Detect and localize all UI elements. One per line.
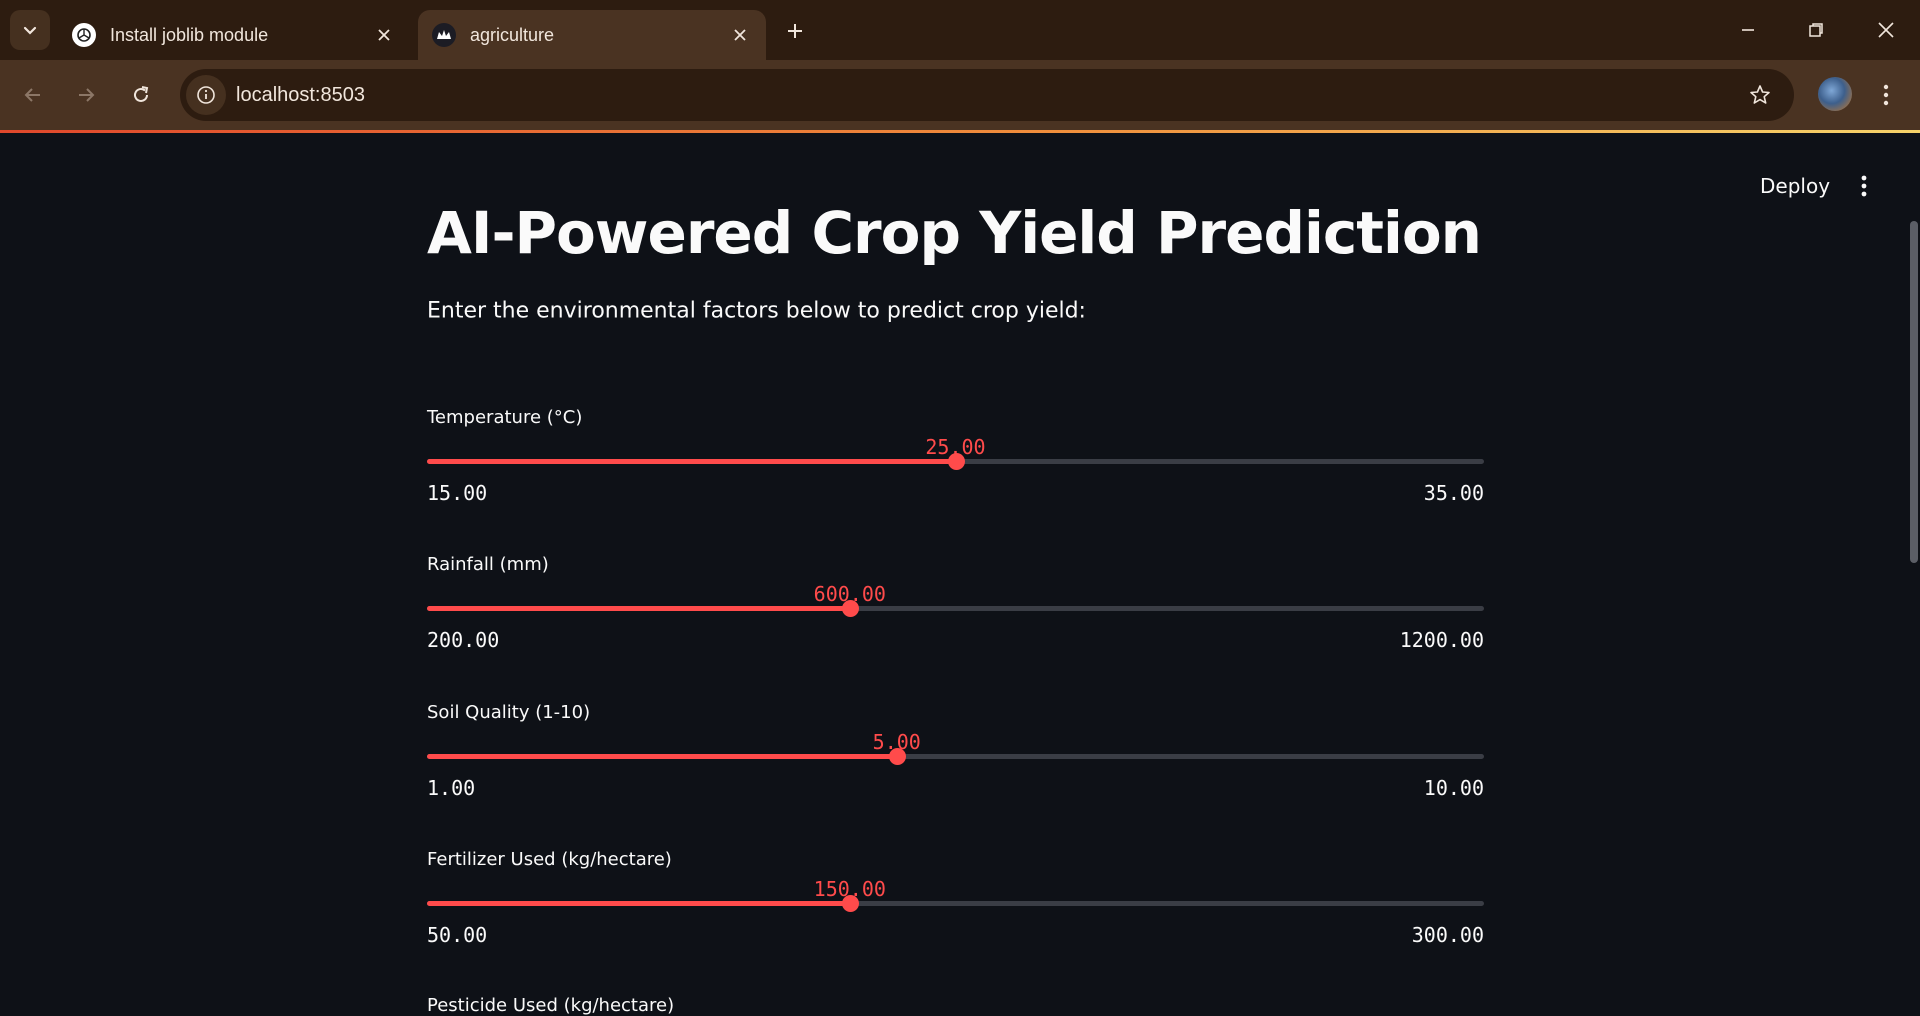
page-subtitle: Enter the environmental factors below to… [427,298,1086,324]
back-button[interactable] [13,75,53,115]
tab-title: agriculture [470,24,555,45]
tab-install-joblib[interactable]: Install joblib module [58,10,410,60]
arrow-left-icon [24,88,40,102]
minimize-icon [1742,29,1754,31]
plus-icon [788,24,802,38]
slider-thumb[interactable] [888,748,906,765]
slider-track[interactable] [427,895,1484,912]
tab-search-button[interactable] [10,10,50,50]
reload-icon [134,86,149,102]
slider-label: Rainfall (mm) [427,554,549,575]
minimize-button[interactable] [1728,10,1768,50]
restore-button[interactable] [1796,10,1836,50]
slider-temperature: Temperature (°C) 25.00 15.00 35.00 [427,407,1484,527]
slider-thumb[interactable] [841,895,859,912]
deploy-button[interactable]: Deploy [1744,168,1846,204]
close-icon[interactable] [728,23,752,47]
tab-agriculture[interactable]: agriculture [418,10,766,60]
browser-menu-button[interactable] [1868,75,1904,115]
site-info-icon[interactable] [186,75,226,115]
close-window-button[interactable] [1866,10,1906,50]
slider-track[interactable] [427,453,1484,470]
url-text[interactable]: localhost:8503 [236,84,1740,107]
slider-track[interactable] [427,600,1484,617]
arrow-right-icon [79,88,95,102]
slider-fill [427,754,897,759]
slider-fertilizer: Fertilizer Used (kg/hectare) 150.00 50.0… [427,849,1484,969]
slider-label: Temperature (°C) [427,407,583,428]
slider-max: 300.00 [1411,923,1484,947]
slider-max: 35.00 [1423,481,1484,505]
streamlit-crown-icon [432,23,456,47]
slider-max: 10.00 [1423,776,1484,800]
slider-track[interactable] [427,748,1484,765]
app-menu-button[interactable] [1846,168,1882,204]
restore-icon [1809,23,1823,37]
openai-swirl-icon [72,23,96,47]
slider-min: 200.00 [427,628,500,652]
chevron-down-icon [23,26,37,35]
profile-avatar[interactable] [1818,77,1852,111]
slider-rainfall: Rainfall (mm) 600.00 200.00 1200.00 [427,554,1484,674]
new-tab-button[interactable] [780,16,810,46]
slider-soil-quality: Soil Quality (1-10) 5.00 1.00 10.00 [427,702,1484,822]
page-title: AI-Powered Crop Yield Prediction [427,199,1482,267]
slider-fill [427,901,850,906]
slider-thumb[interactable] [947,453,965,470]
more-vertical-icon [1861,175,1867,197]
close-icon [1878,22,1894,38]
streamlit-app: Deploy AI-Powered Crop Yield Prediction … [0,133,1920,1016]
address-bar[interactable]: localhost:8503 [180,69,1794,121]
slider-label-pesticide: Pesticide Used (kg/hectare) [427,995,675,1016]
more-vertical-icon [1883,84,1889,106]
close-icon[interactable] [372,23,396,47]
tab-strip: Install joblib module agriculture [0,0,1920,60]
slider-fill [427,459,956,464]
bookmark-star-icon[interactable] [1740,75,1780,115]
slider-max: 1200.00 [1399,628,1484,652]
page-scrollbar[interactable] [1910,221,1918,563]
slider-min: 15.00 [427,481,488,505]
slider-label: Soil Quality (1-10) [427,702,591,723]
slider-min: 1.00 [427,776,476,800]
tab-title: Install joblib module [110,24,269,45]
slider-label: Fertilizer Used (kg/hectare) [427,849,672,870]
reload-button[interactable] [121,75,161,115]
slider-thumb[interactable] [841,600,859,617]
browser-toolbar: localhost:8503 [0,60,1920,133]
slider-fill [427,606,850,611]
forward-button[interactable] [66,75,106,115]
slider-min: 50.00 [427,923,488,947]
